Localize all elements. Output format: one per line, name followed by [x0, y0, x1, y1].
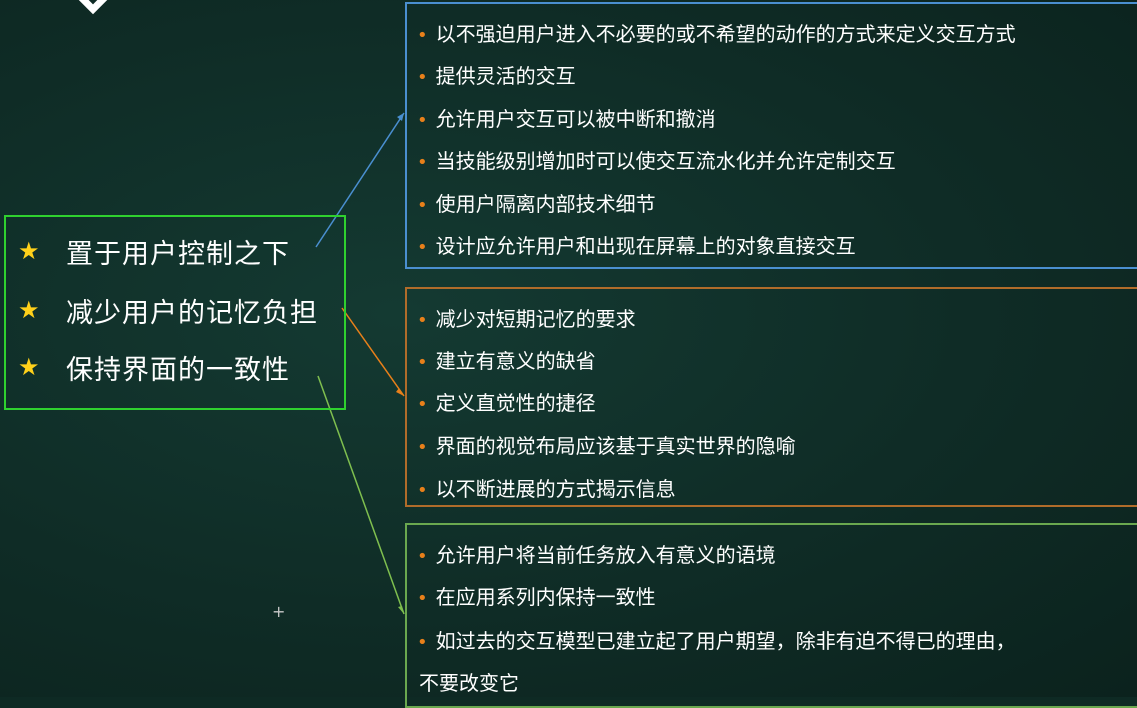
bullet-icon: • — [417, 152, 428, 173]
list-item: • 允许用户交互可以被中断和撤消 — [417, 107, 716, 131]
bullet-icon: • — [417, 588, 428, 609]
list-item: • 使用户隔离内部技术细节 — [417, 192, 656, 216]
principles-box: ★ 置于用户控制之下 ★ 减少用户的记忆负担 ★ 保持界面的一致性 — [4, 215, 346, 410]
detail-box-memory: • 减少对短期记忆的要求 • 建立有意义的缺省 • 定义直觉性的捷径 • 界面的视觉布局… — [405, 287, 1137, 507]
list-item: • 减少对短期记忆的要求 — [417, 307, 636, 331]
list-item: • 当技能级别增加时可以使交互流水化并允许定制交互 — [417, 149, 896, 173]
principle-label: 保持界面的一致性 — [66, 354, 290, 386]
arrowhead-control — [397, 113, 404, 121]
list-item: • 如过去的交互模型已建立起了用户期望，除非有迫不得已的理由， — [417, 629, 1016, 653]
list-item: • 定义直觉性的捷径 — [417, 391, 596, 415]
principle-item: ★ 保持界面的一致性 — [18, 347, 290, 387]
bullet-icon: • — [417, 546, 428, 567]
bullet-icon: • — [417, 195, 428, 216]
bullet-icon: • — [417, 237, 428, 258]
crosshair-cursor-icon: + — [272, 602, 286, 621]
bullet-icon: • — [417, 110, 428, 131]
principle-item: ★ 置于用户控制之下 — [18, 231, 290, 271]
principle-label: 置于用户控制之下 — [66, 238, 290, 270]
star-icon: ★ — [18, 237, 41, 265]
star-icon: ★ — [18, 296, 41, 324]
star-icon: ★ — [18, 353, 41, 381]
list-item-continuation: 不要改变它 — [419, 671, 519, 695]
bullet-icon: • — [417, 67, 428, 88]
list-item: • 在应用系列内保持一致性 — [417, 585, 656, 609]
list-item: • 以不断进展的方式揭示信息 — [417, 477, 676, 501]
list-item: • 建立有意义的缺省 — [417, 349, 596, 373]
connector-consistency — [317, 375, 405, 615]
detail-box-control: • 以不强迫用户进入不必要的或不希望的动作的方式来定义交互方式 • 提供灵活的交互 … — [405, 2, 1137, 269]
connector-memory — [341, 307, 405, 397]
bullet-icon: • — [417, 394, 428, 415]
list-item: • 设计应允许用户和出现在屏幕上的对象直接交互 — [417, 234, 856, 258]
principle-label: 减少用户的记忆负担 — [66, 297, 318, 329]
bullet-icon: • — [417, 25, 428, 46]
detail-box-consistency: • 允许用户将当前任务放入有意义的语境 • 在应用系列内保持一致性 • 如过去的交互模… — [405, 523, 1137, 708]
principle-item: ★ 减少用户的记忆负担 — [18, 290, 318, 330]
list-item: • 以不强迫用户进入不必要的或不希望的动作的方式来定义交互方式 — [417, 22, 1016, 46]
bullet-icon: • — [417, 632, 428, 653]
bullet-icon: • — [417, 310, 428, 331]
list-item: • 界面的视觉布局应该基于真实世界的隐喻 — [417, 434, 796, 458]
list-item: • 允许用户将当前任务放入有意义的语境 — [417, 543, 776, 567]
bullet-icon: • — [417, 437, 428, 458]
bullet-icon: • — [417, 480, 428, 501]
list-item: • 提供灵活的交互 — [417, 64, 576, 88]
bullet-icon: • — [417, 352, 428, 373]
